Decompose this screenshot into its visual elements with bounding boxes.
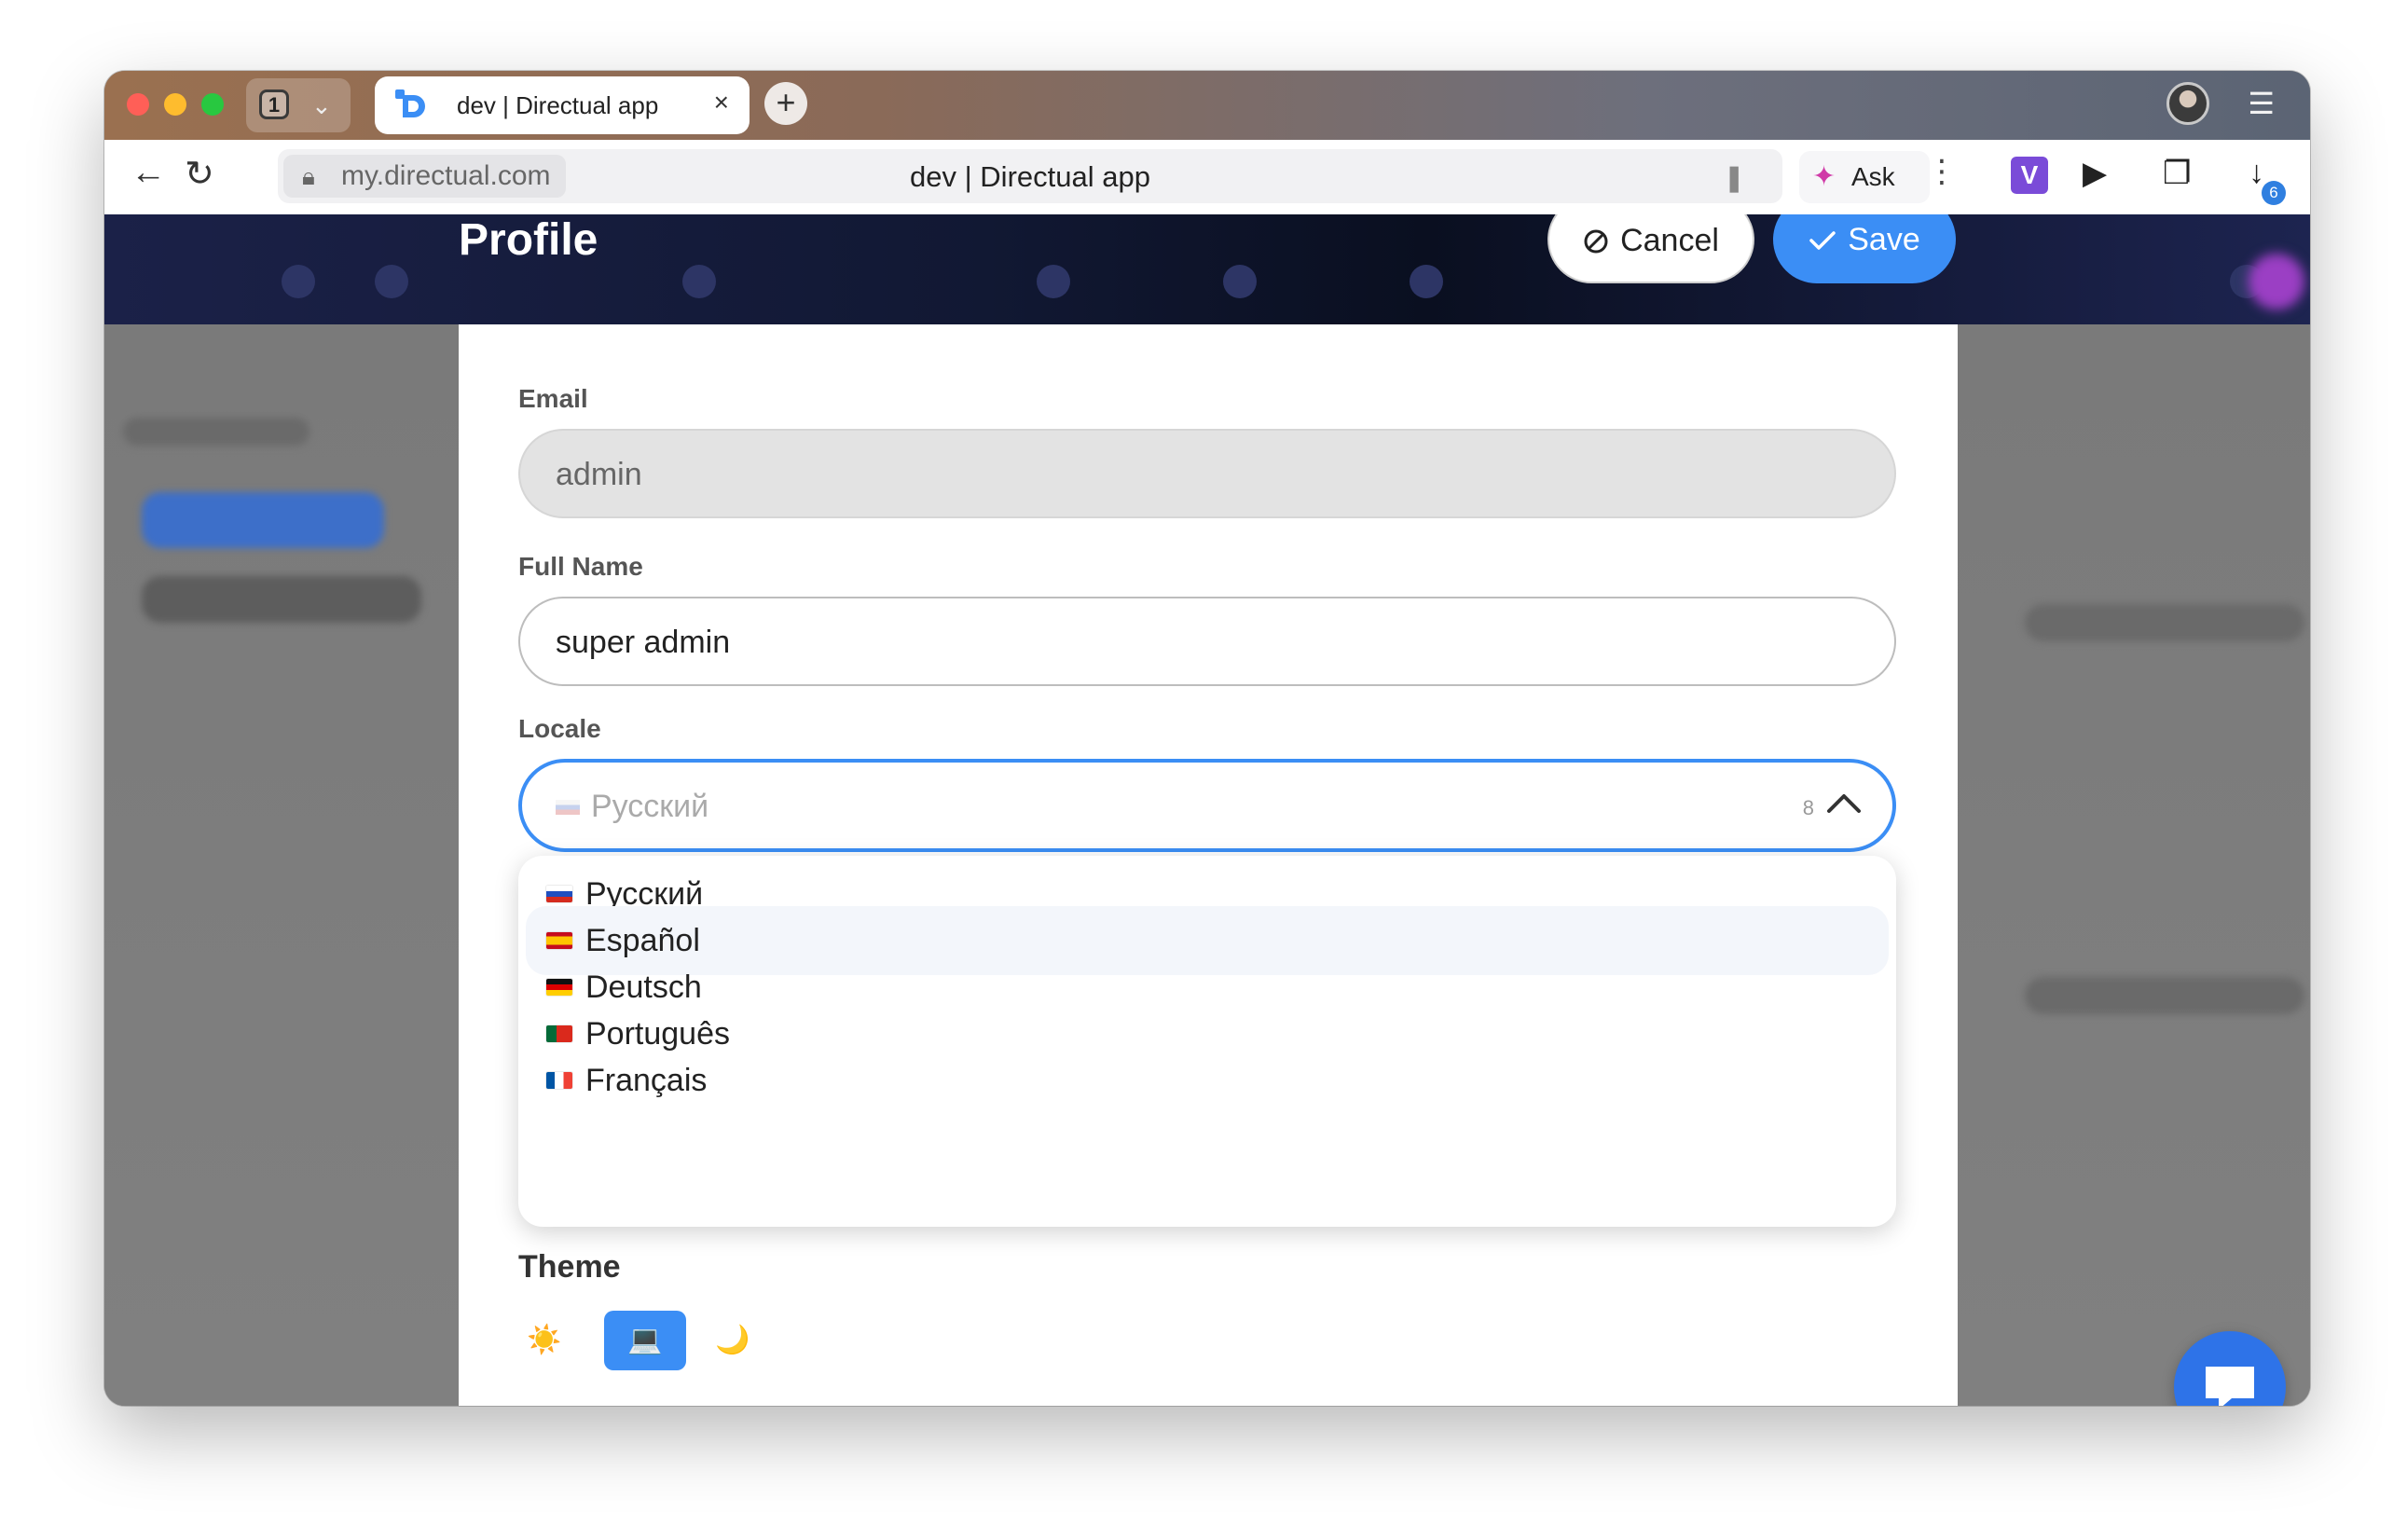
profile-form: Email admin Full Name super admin Locale…	[459, 324, 1958, 1406]
theme-dark-button[interactable]: 🌙	[692, 1311, 774, 1370]
cancel-button[interactable]: Cancel	[1547, 214, 1754, 283]
moon-icon: 🌙	[715, 1325, 750, 1355]
flag-ru-icon	[546, 886, 572, 902]
maximize-window-button[interactable]	[201, 93, 224, 116]
url-bar[interactable]: 🔒︎ my.directual.com dev | Directual app …	[278, 149, 1782, 203]
url-page-title: dev | Directual app	[910, 160, 1150, 193]
backdrop-icon	[282, 265, 315, 298]
locale-dropdown: Русский Español Deutsch Português França…	[518, 856, 1896, 1227]
tab-title: dev | Directual app	[457, 91, 659, 119]
ask-ai-icon: ✦	[1812, 161, 1836, 192]
backdrop-icon	[1223, 265, 1257, 298]
theme-light-button[interactable]: ☀️	[503, 1311, 585, 1370]
page-title: Profile	[459, 215, 598, 265]
option-label: Français	[585, 1063, 708, 1098]
save-button[interactable]: Save	[1773, 214, 1956, 283]
chevron-down-icon: ⌄	[311, 91, 332, 119]
backdrop-icon	[682, 265, 716, 298]
theme-system-button[interactable]: 💻	[604, 1311, 686, 1370]
locale-select[interactable]: Русский 8	[518, 759, 1896, 852]
tab-count-button[interactable]: 1 ⌄	[246, 78, 351, 132]
sun-icon: ☀️	[527, 1325, 562, 1355]
extension-icon[interactable]: ❐	[2163, 155, 2191, 192]
locale-selected-value: Русский	[556, 789, 708, 825]
backdrop-avatar	[2249, 254, 2304, 309]
locale-value-text: Русский	[591, 789, 709, 824]
cancel-label: Cancel	[1620, 223, 1719, 258]
app-header-backdrop	[104, 214, 2310, 324]
tab-count: 1	[259, 89, 289, 119]
new-tab-icon[interactable]: +	[764, 82, 807, 125]
email-field[interactable]: admin	[518, 429, 1896, 518]
minimize-window-button[interactable]	[164, 93, 186, 116]
ask-label: Ask	[1851, 162, 1895, 191]
backdrop-icon	[1037, 265, 1070, 298]
email-label: Email	[518, 384, 588, 413]
flag-ru-icon	[556, 800, 580, 815]
theme-label: Theme	[518, 1249, 621, 1285]
menu-icon[interactable]: ☰	[2248, 86, 2275, 121]
flag-pt-icon	[546, 1025, 572, 1042]
browser-tab[interactable]: dev | Directual app ×	[375, 76, 750, 134]
fullname-label: Full Name	[518, 552, 643, 581]
backdrop-block	[2025, 977, 2304, 1014]
ask-ai-button[interactable]: ✦ Ask	[1799, 151, 1930, 203]
flag-de-icon	[546, 979, 572, 996]
laptop-icon: 💻	[627, 1325, 663, 1355]
download-icon[interactable]: ↓	[2249, 155, 2264, 191]
avatar[interactable]	[2166, 82, 2209, 125]
browser-titlebar: 1 ⌄ dev | Directual app × + ☰	[104, 71, 2310, 140]
vpn-extension-icon[interactable]: V	[2011, 157, 2048, 194]
page-viewport: Profile Cancel Save Email admin Full Nam…	[104, 214, 2310, 1406]
locale-option-count: 8	[1802, 796, 1814, 819]
tab-close-icon[interactable]: ×	[714, 88, 729, 117]
address-toolbar: ← ↻ 🔒︎ my.directual.com dev | Directual …	[104, 140, 2310, 215]
backdrop-block	[2025, 604, 2304, 641]
locale-option-fr[interactable]: Français	[526, 1046, 1889, 1115]
bookmark-icon[interactable]: ❚	[1724, 162, 1745, 193]
chevron-up-icon[interactable]	[1822, 783, 1866, 820]
back-icon[interactable]: ←	[131, 153, 166, 193]
cancel-icon	[1584, 229, 1608, 254]
locale-label: Locale	[518, 714, 601, 743]
directual-logo-icon	[395, 89, 425, 117]
video-extension-icon[interactable]: ▶︎	[2083, 155, 2107, 192]
backdrop-icon	[375, 265, 408, 298]
backdrop-block	[123, 418, 309, 446]
backdrop-icon	[1410, 265, 1443, 298]
close-window-button[interactable]	[127, 93, 149, 116]
chat-button[interactable]	[2174, 1331, 2286, 1406]
flag-fr-icon	[546, 1072, 572, 1089]
fullname-field[interactable]: super admin	[518, 597, 1896, 686]
flag-es-icon	[546, 932, 572, 949]
more-icon[interactable]: ⋮	[1926, 153, 1958, 190]
browser-window: 1 ⌄ dev | Directual app × + ☰ ← ↻ 🔒︎ my.…	[104, 71, 2310, 1406]
save-label: Save	[1848, 222, 1920, 257]
downloads-badge: 6	[2262, 181, 2286, 205]
check-icon	[1809, 231, 1836, 250]
reload-icon[interactable]: ↻	[185, 153, 214, 195]
backdrop-block	[142, 492, 384, 548]
chat-icon	[2206, 1367, 2254, 1406]
backdrop-block	[142, 576, 421, 623]
